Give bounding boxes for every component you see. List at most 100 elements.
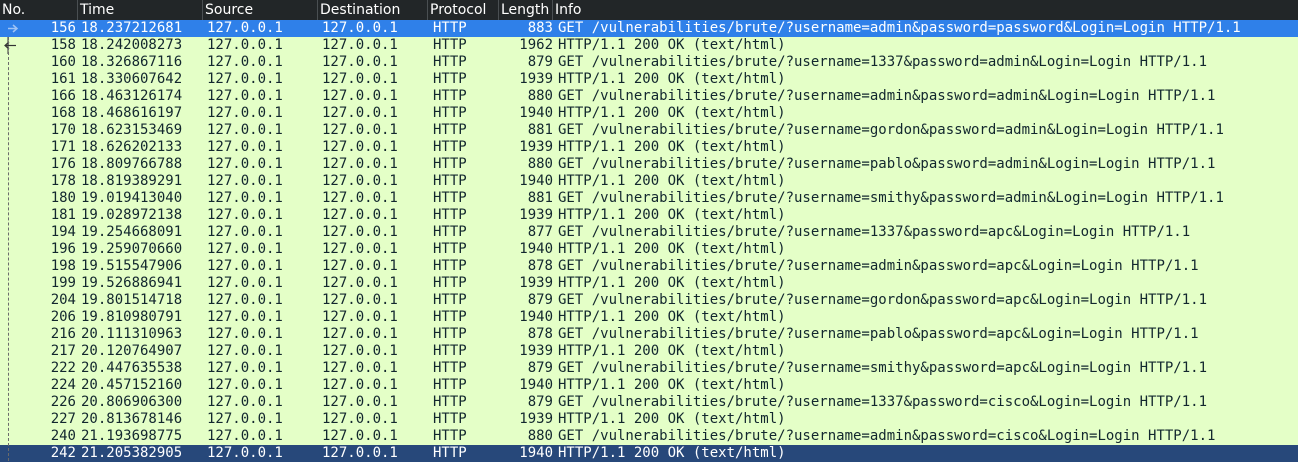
packet-no: 168 <box>50 105 76 121</box>
packet-info: HTTP/1.1 200 OK (text/html) <box>558 343 786 359</box>
packet-source: 127.0.0.1 <box>207 105 283 121</box>
packet-info: GET /vulnerabilities/brute/?username=adm… <box>558 88 1216 104</box>
packet-row[interactable]: 166 18.463126174 127.0.0.1 127.0.0.1 HTTP 880… <box>0 88 1298 105</box>
packet-time: 18.809766788 <box>81 156 183 172</box>
column-header-protocol[interactable]: Protocol <box>428 0 499 20</box>
packet-row[interactable]: 198 19.515547906 127.0.0.1 127.0.0.1 HTTP 878… <box>0 258 1298 275</box>
packet-time: 19.254668091 <box>81 224 183 240</box>
packet-row[interactable]: 224 20.457152160 127.0.0.1 127.0.0.1 HTTP 194… <box>0 377 1298 394</box>
packet-length: 1962 <box>519 37 553 53</box>
packet-source: 127.0.0.1 <box>207 343 283 359</box>
column-header-source[interactable]: Source <box>203 0 318 20</box>
packet-length: 1939 <box>519 71 553 87</box>
packet-row[interactable]: 196 19.259070660 127.0.0.1 127.0.0.1 HTTP 194… <box>0 241 1298 258</box>
column-header-destination[interactable]: Destination <box>318 0 428 20</box>
packet-info: HTTP/1.1 200 OK (text/html) <box>558 411 786 427</box>
packet-no: 199 <box>50 275 76 291</box>
packet-row[interactable]: 161 18.330607642 127.0.0.1 127.0.0.1 HTTP 193… <box>0 71 1298 88</box>
packet-destination: 127.0.0.1 <box>322 445 398 461</box>
packet-source: 127.0.0.1 <box>207 360 283 376</box>
packet-time: 19.028972138 <box>81 207 183 223</box>
packet-source: 127.0.0.1 <box>207 445 283 461</box>
packet-time: 20.111310963 <box>81 326 183 342</box>
packet-row[interactable]: 199 19.526886941 127.0.0.1 127.0.0.1 HTTP 193… <box>0 275 1298 292</box>
packet-no: 227 <box>50 411 76 427</box>
column-header-time[interactable]: Time <box>78 0 203 20</box>
column-header-length[interactable]: Length <box>499 0 553 20</box>
packet-row[interactable]: 227 20.813678146 127.0.0.1 127.0.0.1 HTTP 193… <box>0 411 1298 428</box>
packet-destination: 127.0.0.1 <box>322 156 398 172</box>
packet-length: 878 <box>527 258 553 274</box>
packet-row[interactable]: 170 18.623153469 127.0.0.1 127.0.0.1 HTTP 881… <box>0 122 1298 139</box>
packet-time: 19.526886941 <box>81 275 183 291</box>
packet-protocol: HTTP <box>433 173 467 189</box>
packet-source: 127.0.0.1 <box>207 275 283 291</box>
packet-time: 18.468616197 <box>81 105 183 121</box>
packet-no: 166 <box>50 88 76 104</box>
packet-row[interactable]: 171 18.626202133 127.0.0.1 127.0.0.1 HTTP 193… <box>0 139 1298 156</box>
packet-row[interactable]: 180 19.019413040 127.0.0.1 127.0.0.1 HTTP 881… <box>0 190 1298 207</box>
packet-row[interactable]: 240 21.193698775 127.0.0.1 127.0.0.1 HTTP 880… <box>0 428 1298 445</box>
packet-info: GET /vulnerabilities/brute/?username=133… <box>558 54 1208 70</box>
packet-row[interactable]: 222 20.447635538 127.0.0.1 127.0.0.1 HTTP 879… <box>0 360 1298 377</box>
packet-destination: 127.0.0.1 <box>322 54 398 70</box>
packet-no: 242 <box>50 445 76 461</box>
packet-length: 1940 <box>519 105 553 121</box>
packet-no: 194 <box>50 224 76 240</box>
packet-row[interactable]: 181 19.028972138 127.0.0.1 127.0.0.1 HTTP 193… <box>0 207 1298 224</box>
packet-length: 879 <box>527 394 553 410</box>
packet-length: 879 <box>527 54 553 70</box>
packet-length: 1940 <box>519 445 553 461</box>
packet-protocol: HTTP <box>433 54 467 70</box>
packet-destination: 127.0.0.1 <box>322 88 398 104</box>
packet-destination: 127.0.0.1 <box>322 20 398 36</box>
packet-length: 877 <box>527 224 553 240</box>
packet-row[interactable]: 158 18.242008273 127.0.0.1 127.0.0.1 HTTP 196… <box>0 37 1298 54</box>
packet-destination: 127.0.0.1 <box>322 139 398 155</box>
packet-no: 160 <box>50 54 76 70</box>
packet-info: HTTP/1.1 200 OK (text/html) <box>558 71 786 87</box>
packet-destination: 127.0.0.1 <box>322 360 398 376</box>
packet-row[interactable]: 242 21.205382905 127.0.0.1 127.0.0.1 HTTP 194… <box>0 445 1298 462</box>
packet-row[interactable]: 194 19.254668091 127.0.0.1 127.0.0.1 HTTP 877… <box>0 224 1298 241</box>
packet-protocol: HTTP <box>433 292 467 308</box>
packet-protocol: HTTP <box>433 71 467 87</box>
packet-row[interactable]: 156 18.237212681 127.0.0.1 127.0.0.1 HTTP 883… <box>0 20 1298 37</box>
packet-source: 127.0.0.1 <box>207 207 283 223</box>
packet-protocol: HTTP <box>433 122 467 138</box>
packet-row[interactable]: 216 20.111310963 127.0.0.1 127.0.0.1 HTTP 878… <box>0 326 1298 343</box>
packet-time: 18.330607642 <box>81 71 183 87</box>
packet-info: GET /vulnerabilities/brute/?username=pab… <box>558 326 1199 342</box>
packet-destination: 127.0.0.1 <box>322 428 398 444</box>
packet-length: 1939 <box>519 275 553 291</box>
packet-length: 878 <box>527 326 553 342</box>
packet-row[interactable]: 204 19.801514718 127.0.0.1 127.0.0.1 HTTP 879… <box>0 292 1298 309</box>
packet-time: 19.801514718 <box>81 292 183 308</box>
packet-protocol: HTTP <box>433 428 467 444</box>
packet-row[interactable]: 226 20.806906300 127.0.0.1 127.0.0.1 HTTP 879… <box>0 394 1298 411</box>
packet-destination: 127.0.0.1 <box>322 105 398 121</box>
packet-no: 222 <box>50 360 76 376</box>
packet-time: 19.259070660 <box>81 241 183 257</box>
packet-info: GET /vulnerabilities/brute/?username=133… <box>558 224 1191 240</box>
column-header-no[interactable]: No. <box>0 0 78 20</box>
packet-info: GET /vulnerabilities/brute/?username=adm… <box>558 20 1241 36</box>
packet-destination: 127.0.0.1 <box>322 173 398 189</box>
packet-protocol: HTTP <box>433 326 467 342</box>
packet-list: 156 18.237212681 127.0.0.1 127.0.0.1 HTTP 883… <box>0 20 1298 462</box>
packet-no: 226 <box>50 394 76 410</box>
packet-row[interactable]: 217 20.120764907 127.0.0.1 127.0.0.1 HTTP 193… <box>0 343 1298 360</box>
packet-destination: 127.0.0.1 <box>322 207 398 223</box>
packet-source: 127.0.0.1 <box>207 71 283 87</box>
packet-source: 127.0.0.1 <box>207 37 283 53</box>
packet-row[interactable]: 176 18.809766788 127.0.0.1 127.0.0.1 HTTP 880… <box>0 156 1298 173</box>
packet-row[interactable]: 168 18.468616197 127.0.0.1 127.0.0.1 HTTP 194… <box>0 105 1298 122</box>
packet-row[interactable]: 206 19.810980791 127.0.0.1 127.0.0.1 HTTP 194… <box>0 309 1298 326</box>
packet-row[interactable]: 160 18.326867116 127.0.0.1 127.0.0.1 HTTP 879… <box>0 54 1298 71</box>
packet-source: 127.0.0.1 <box>207 173 283 189</box>
packet-time: 19.515547906 <box>81 258 183 274</box>
packet-row[interactable]: 178 18.819389291 127.0.0.1 127.0.0.1 HTTP 194… <box>0 173 1298 190</box>
packet-destination: 127.0.0.1 <box>322 377 398 393</box>
column-header-info[interactable]: Info <box>553 0 1298 20</box>
packet-source: 127.0.0.1 <box>207 258 283 274</box>
